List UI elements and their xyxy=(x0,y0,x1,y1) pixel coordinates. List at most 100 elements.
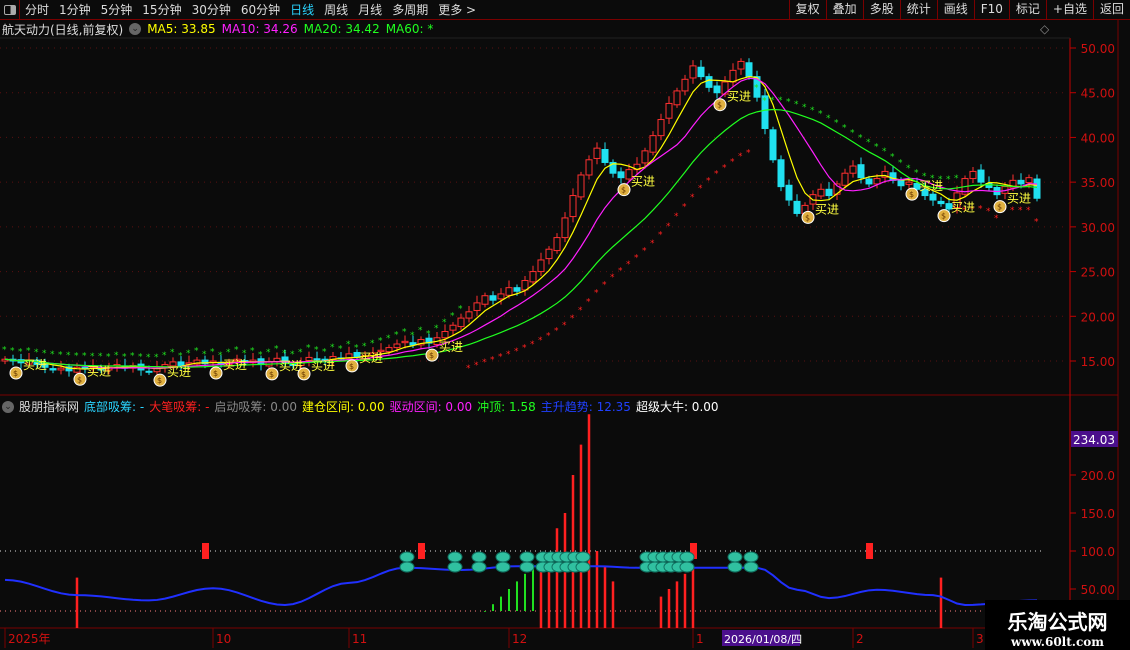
sar-star: * xyxy=(538,336,543,346)
coin-stack-icon xyxy=(679,551,695,563)
candle-body xyxy=(145,370,153,373)
candle-body xyxy=(729,69,737,83)
time-label: 3 xyxy=(976,632,984,646)
coin-stack-icon xyxy=(447,561,463,573)
sar-star: * xyxy=(26,346,31,356)
sar-star: * xyxy=(626,260,631,270)
candle-body xyxy=(705,76,713,88)
sar-star: * xyxy=(170,348,175,358)
sar-star: * xyxy=(746,149,751,159)
y-tick-label: 30.00 xyxy=(1081,221,1115,235)
watermark-url: www.60lt.com xyxy=(1011,635,1104,649)
sar-star: * xyxy=(602,280,607,290)
candle-body xyxy=(449,324,457,331)
sar-star: * xyxy=(634,253,639,263)
sar-star: * xyxy=(162,351,167,361)
sar-star: * xyxy=(338,345,343,355)
sar-star: * xyxy=(738,152,743,162)
sar-star: * xyxy=(234,345,239,355)
coin-stack-icon xyxy=(679,561,695,573)
sar-star: * xyxy=(1010,206,1015,216)
candle-body xyxy=(393,343,401,349)
sar-star: * xyxy=(514,347,519,357)
sar-star: * xyxy=(58,350,63,360)
sar-star: * xyxy=(842,123,847,133)
sar-star: * xyxy=(458,304,463,314)
sar-star: * xyxy=(850,128,855,138)
sar-star: * xyxy=(658,231,663,241)
candle-body xyxy=(569,195,577,218)
time-label: 2025年 xyxy=(8,632,51,646)
candle-body xyxy=(561,217,569,239)
buy-signal-label: 买进 xyxy=(1007,192,1031,206)
sar-star: * xyxy=(178,352,183,362)
time-label: 1 xyxy=(696,632,704,646)
sar-star: * xyxy=(258,351,263,361)
coin-stack-icon xyxy=(727,561,743,573)
candle-body xyxy=(785,184,793,201)
candle-body xyxy=(537,259,545,273)
sar-star: * xyxy=(402,328,407,338)
sar-star: * xyxy=(762,96,767,106)
candle-body xyxy=(937,200,945,205)
sar-star: * xyxy=(826,114,831,124)
time-label: 11 xyxy=(352,632,367,646)
time-label: 10 xyxy=(216,632,231,646)
sar-star: * xyxy=(314,345,319,355)
sar-star: * xyxy=(786,98,791,108)
sar-star: * xyxy=(858,133,863,143)
sar-star: * xyxy=(266,348,271,358)
candle-body xyxy=(1025,177,1033,184)
money-bag-glyph: $ xyxy=(77,375,82,384)
candle-body xyxy=(649,135,657,153)
coin-stack-icon xyxy=(495,551,511,563)
red-marker xyxy=(866,543,873,559)
sar-star: * xyxy=(506,350,511,360)
sar-star: * xyxy=(282,349,287,359)
sar-star: * xyxy=(394,330,399,340)
candle-body xyxy=(513,287,521,292)
candle-body xyxy=(849,165,857,174)
sar-star: * xyxy=(690,193,695,203)
sar-star: * xyxy=(154,353,159,363)
sar-star: * xyxy=(674,212,679,222)
sar-star: * xyxy=(306,344,311,354)
buy-signal-label: 买进 xyxy=(359,351,383,365)
sar-star: * xyxy=(1034,218,1039,228)
y-tick-label: 100.0 xyxy=(1081,545,1115,559)
buy-signal-label: 买进 xyxy=(87,364,111,378)
sar-star: * xyxy=(986,207,991,217)
sar-star: * xyxy=(186,349,191,359)
candle-body xyxy=(689,65,697,79)
sar-star: * xyxy=(130,352,135,362)
coin-stack-icon xyxy=(727,551,743,563)
sar-star: * xyxy=(666,222,671,232)
candle-body xyxy=(969,170,977,180)
candle-body xyxy=(897,179,905,187)
sar-star: * xyxy=(34,348,39,358)
sar-star: * xyxy=(914,169,919,179)
sar-star: * xyxy=(946,175,951,185)
sar-star: * xyxy=(898,159,903,169)
trend-line xyxy=(4,565,1038,606)
sar-star: * xyxy=(810,106,815,116)
candle-body xyxy=(665,102,673,119)
sar-star: * xyxy=(522,344,527,354)
money-bag-glyph: $ xyxy=(301,370,306,379)
coin-stack-icon xyxy=(399,561,415,573)
sar-star: * xyxy=(106,352,111,362)
sar-star: * xyxy=(202,350,207,360)
candle-body xyxy=(529,271,537,283)
candle-body xyxy=(713,85,721,94)
time-label: 2 xyxy=(856,632,864,646)
y-tick-label: 50.00 xyxy=(1081,583,1115,597)
sar-star: * xyxy=(610,273,615,283)
candle-body xyxy=(857,164,865,179)
sar-star: * xyxy=(90,352,95,362)
sar-star: * xyxy=(226,348,231,358)
sar-star: * xyxy=(730,157,735,167)
candle-body xyxy=(465,311,473,319)
sar-star: * xyxy=(82,352,87,362)
money-bag-glyph: $ xyxy=(805,213,810,222)
candle-body xyxy=(865,178,873,185)
